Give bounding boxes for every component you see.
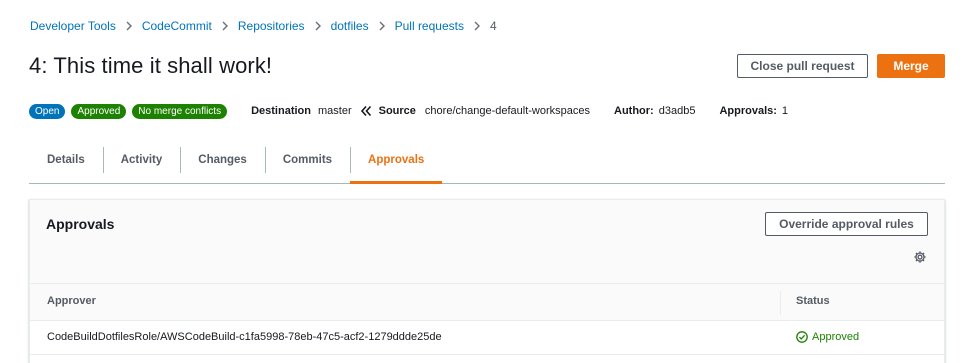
approvals-count: 1 [781, 105, 789, 117]
breadcrumb-developer-tools[interactable]: Developer Tools [30, 19, 116, 33]
check-circle-icon [796, 331, 808, 343]
approvals-label: Approvals: [719, 105, 777, 117]
tab-commits[interactable]: Commits [264, 136, 350, 183]
merge-button[interactable]: Merge [877, 54, 945, 78]
author-value: d3adb5 [658, 105, 696, 117]
pull-request-meta: Open Approved No merge conflicts Destina… [29, 103, 788, 119]
status-badge-approved: Approved [71, 103, 127, 119]
breadcrumb-codecommit[interactable]: CodeCommit [142, 19, 212, 33]
chevron-right-icon [116, 21, 142, 31]
approver-name: CodeBuildDotfilesRole/AWSCodeBuild-c1fa5… [47, 331, 442, 343]
source-branch: chore/change-default-workspaces [424, 105, 591, 117]
breadcrumb-current: 4 [489, 19, 497, 33]
close-pull-request-button[interactable]: Close pull request [737, 54, 868, 78]
destination-branch: master [318, 105, 352, 117]
column-header-approver[interactable]: Approver [47, 295, 96, 307]
chevron-right-icon [212, 21, 238, 31]
chevron-right-icon [305, 21, 331, 31]
breadcrumb: Developer Tools CodeCommit Repositories … [30, 17, 497, 35]
breadcrumb-pull-requests[interactable]: Pull requests [395, 19, 464, 33]
tab-approvals[interactable]: Approvals [350, 136, 443, 184]
column-divider [780, 291, 781, 315]
author-label: Author: [614, 105, 654, 117]
breadcrumb-repositories[interactable]: Repositories [238, 19, 305, 33]
override-approval-rules-button[interactable]: Override approval rules [765, 212, 928, 236]
tab-activity[interactable]: Activity [102, 136, 181, 183]
status-badge-open: Open [29, 103, 66, 119]
approvals-panel: Approvals Override approval rules Approv… [29, 199, 945, 363]
tab-details[interactable]: Details [29, 136, 103, 183]
chevron-right-icon [369, 21, 395, 31]
approvals-table-header: Approver Status [30, 284, 944, 321]
approval-status-label: Approved [812, 331, 860, 343]
approvals-panel-header: Approvals Override approval rules [30, 200, 944, 284]
destination-label: Destination [251, 105, 311, 117]
source-label: Source [378, 105, 416, 117]
column-header-status[interactable]: Status [796, 295, 830, 307]
status-badge-merge-conflicts: No merge conflicts [132, 103, 228, 119]
approval-status: Approved [796, 331, 859, 343]
approvals-panel-title: Approvals [46, 216, 115, 232]
page-title: 4: This time it shall work! [29, 53, 273, 78]
double-chevron-left-icon [360, 105, 372, 117]
breadcrumb-dotfiles[interactable]: dotfiles [331, 19, 369, 33]
table-row: CodeBuildDotfilesRole/AWSCodeBuild-c1fa5… [30, 321, 944, 355]
tab-bar: Details Activity Changes Commits Approva… [29, 136, 945, 184]
tab-changes[interactable]: Changes [180, 136, 265, 183]
gear-icon[interactable] [913, 250, 927, 264]
chevron-right-icon [464, 21, 490, 31]
